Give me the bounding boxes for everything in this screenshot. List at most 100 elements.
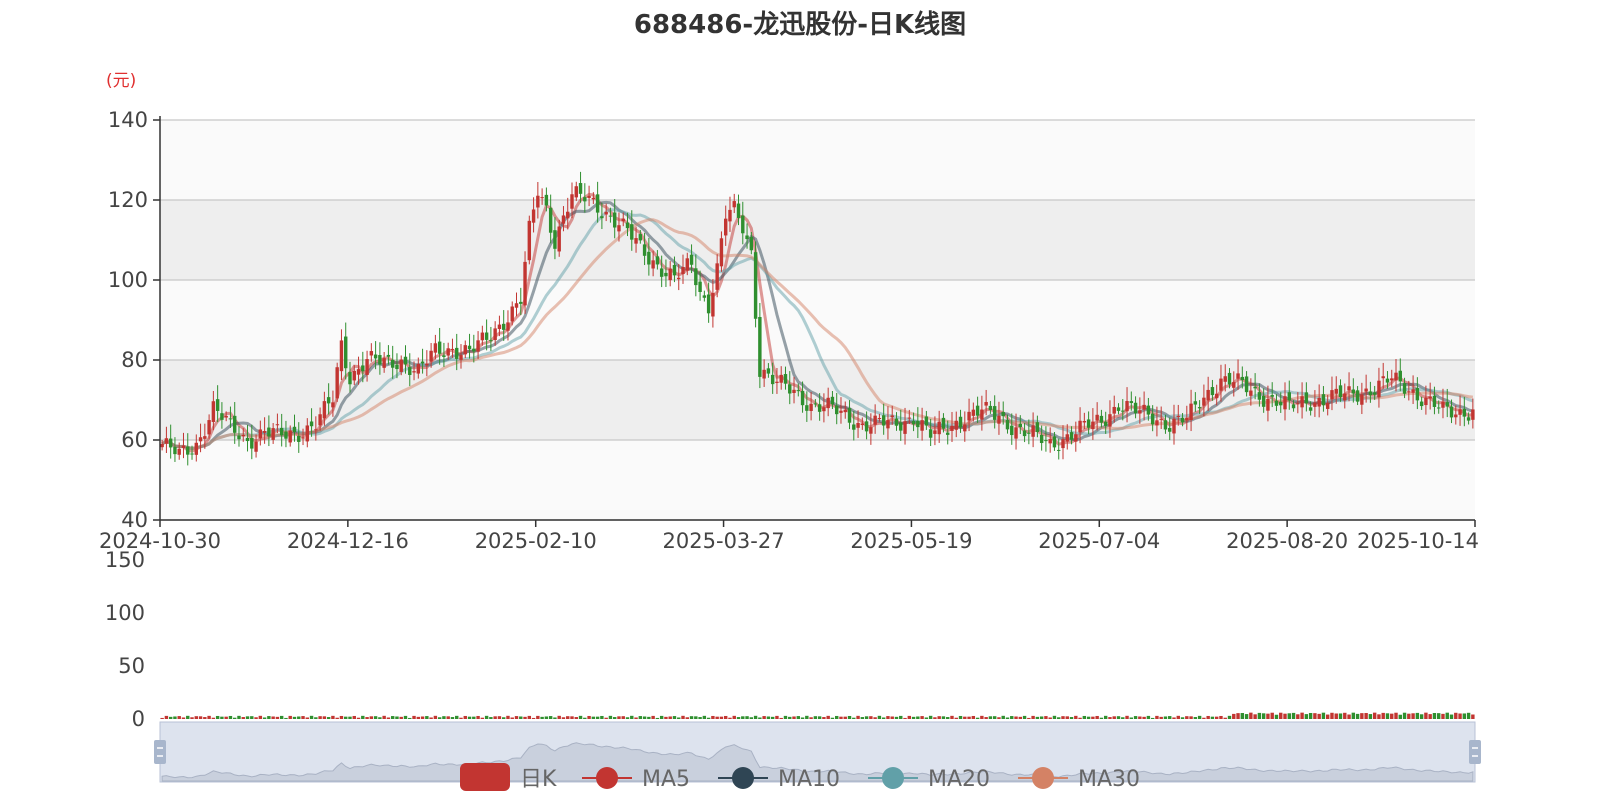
volume-bar	[1176, 715, 1180, 719]
volume-bar	[1317, 713, 1321, 719]
legend-item-ma20[interactable]: MA20	[868, 767, 990, 792]
zoom-handle-left[interactable]	[154, 740, 166, 764]
candle-body	[634, 238, 638, 244]
candle-body	[1261, 395, 1266, 407]
volume-bar	[501, 717, 506, 719]
candle-body	[194, 442, 198, 455]
volume-bar	[920, 716, 924, 719]
candle-body	[1321, 394, 1326, 406]
candle-body	[1078, 420, 1082, 433]
volume-bar	[412, 715, 416, 719]
candle-body	[659, 268, 664, 277]
candle-body	[1355, 390, 1360, 402]
legend-marker	[732, 767, 754, 789]
volume-bar	[480, 717, 485, 719]
candle-body	[1001, 412, 1005, 417]
volume-bar	[1232, 713, 1236, 719]
candle-body	[164, 438, 169, 444]
candle-body	[954, 420, 958, 430]
volume-bar	[1018, 716, 1023, 719]
volume-bar	[574, 717, 578, 719]
volume-bar	[284, 717, 288, 719]
candle-body	[1253, 386, 1257, 389]
volume-bar	[548, 716, 553, 719]
volume-bar	[1325, 714, 1330, 719]
volume-bar	[1052, 715, 1057, 719]
legend-item-ma10[interactable]: MA10	[718, 767, 840, 792]
volume-bar	[1172, 717, 1176, 719]
candle-body	[489, 340, 493, 342]
volume-bar	[1321, 712, 1326, 719]
volume-bar	[1368, 714, 1373, 719]
candle-body	[1458, 409, 1462, 415]
candle-body	[1454, 414, 1458, 418]
candle-body	[1095, 414, 1099, 421]
candle-body	[1232, 382, 1236, 388]
candle-body	[971, 409, 976, 416]
candle-body	[1364, 388, 1368, 392]
volume-bar	[399, 716, 403, 719]
candle-body	[621, 218, 625, 222]
volume-bar	[1458, 713, 1462, 719]
candle-body	[1270, 395, 1274, 397]
candle-body	[1407, 391, 1411, 393]
volume-bar	[1261, 713, 1266, 719]
volume-bar	[1347, 714, 1351, 719]
volume-bar	[1185, 716, 1189, 719]
volume-bar	[258, 715, 263, 719]
volume-bar	[992, 716, 997, 719]
candle-body	[288, 430, 292, 443]
volume-bar	[595, 716, 600, 719]
candle-body	[1372, 392, 1377, 395]
candle-body	[809, 403, 813, 411]
volume-bar	[1095, 715, 1099, 719]
candle-body	[788, 384, 792, 394]
candle-body	[928, 429, 933, 438]
candle-body	[651, 260, 655, 269]
zoom-handle-right[interactable]	[1469, 740, 1481, 764]
candle-body	[425, 363, 429, 366]
candle-body	[1159, 418, 1163, 420]
volume-bar	[173, 716, 177, 719]
candle-body	[702, 295, 707, 298]
candle-body	[668, 268, 672, 281]
candle-body	[1334, 388, 1338, 394]
volume-bar	[237, 715, 241, 719]
candle-body	[992, 406, 997, 420]
volume-bar	[1428, 714, 1432, 719]
candle-body	[1381, 376, 1385, 379]
candle-body	[553, 230, 557, 249]
candle-body	[1210, 387, 1215, 396]
candle-body	[267, 427, 271, 437]
candle-body	[271, 428, 275, 440]
volume-bar	[373, 716, 378, 719]
plot-band	[160, 120, 1475, 200]
volume-bar	[1086, 716, 1091, 719]
candle-body	[262, 431, 267, 433]
volume-bar	[1214, 716, 1219, 719]
candle-body	[467, 345, 472, 350]
legend-item-dayk[interactable]: 日K	[460, 763, 557, 792]
candle-body	[958, 416, 963, 428]
volume-bar	[514, 716, 519, 719]
volume-bar	[326, 717, 331, 719]
volume-bar	[168, 716, 173, 719]
volume-tick-label: 50	[118, 654, 145, 678]
candle-body	[664, 272, 668, 277]
volume-bar	[267, 716, 271, 719]
candle-body	[587, 195, 591, 198]
volume-bar	[536, 715, 540, 719]
candle-body	[519, 301, 523, 304]
candle-body	[1163, 420, 1168, 430]
candle-body	[805, 405, 809, 411]
candle-body	[382, 358, 386, 368]
candle-body	[779, 374, 783, 383]
volume-bar	[805, 715, 809, 719]
candle-body	[822, 407, 826, 412]
candle-body	[1223, 376, 1227, 382]
volume-bar	[715, 716, 719, 719]
candle-body	[1197, 407, 1202, 409]
volume-bar	[852, 717, 856, 719]
candle-body	[1193, 401, 1198, 405]
legend-item-ma30[interactable]: MA30	[1018, 767, 1140, 792]
